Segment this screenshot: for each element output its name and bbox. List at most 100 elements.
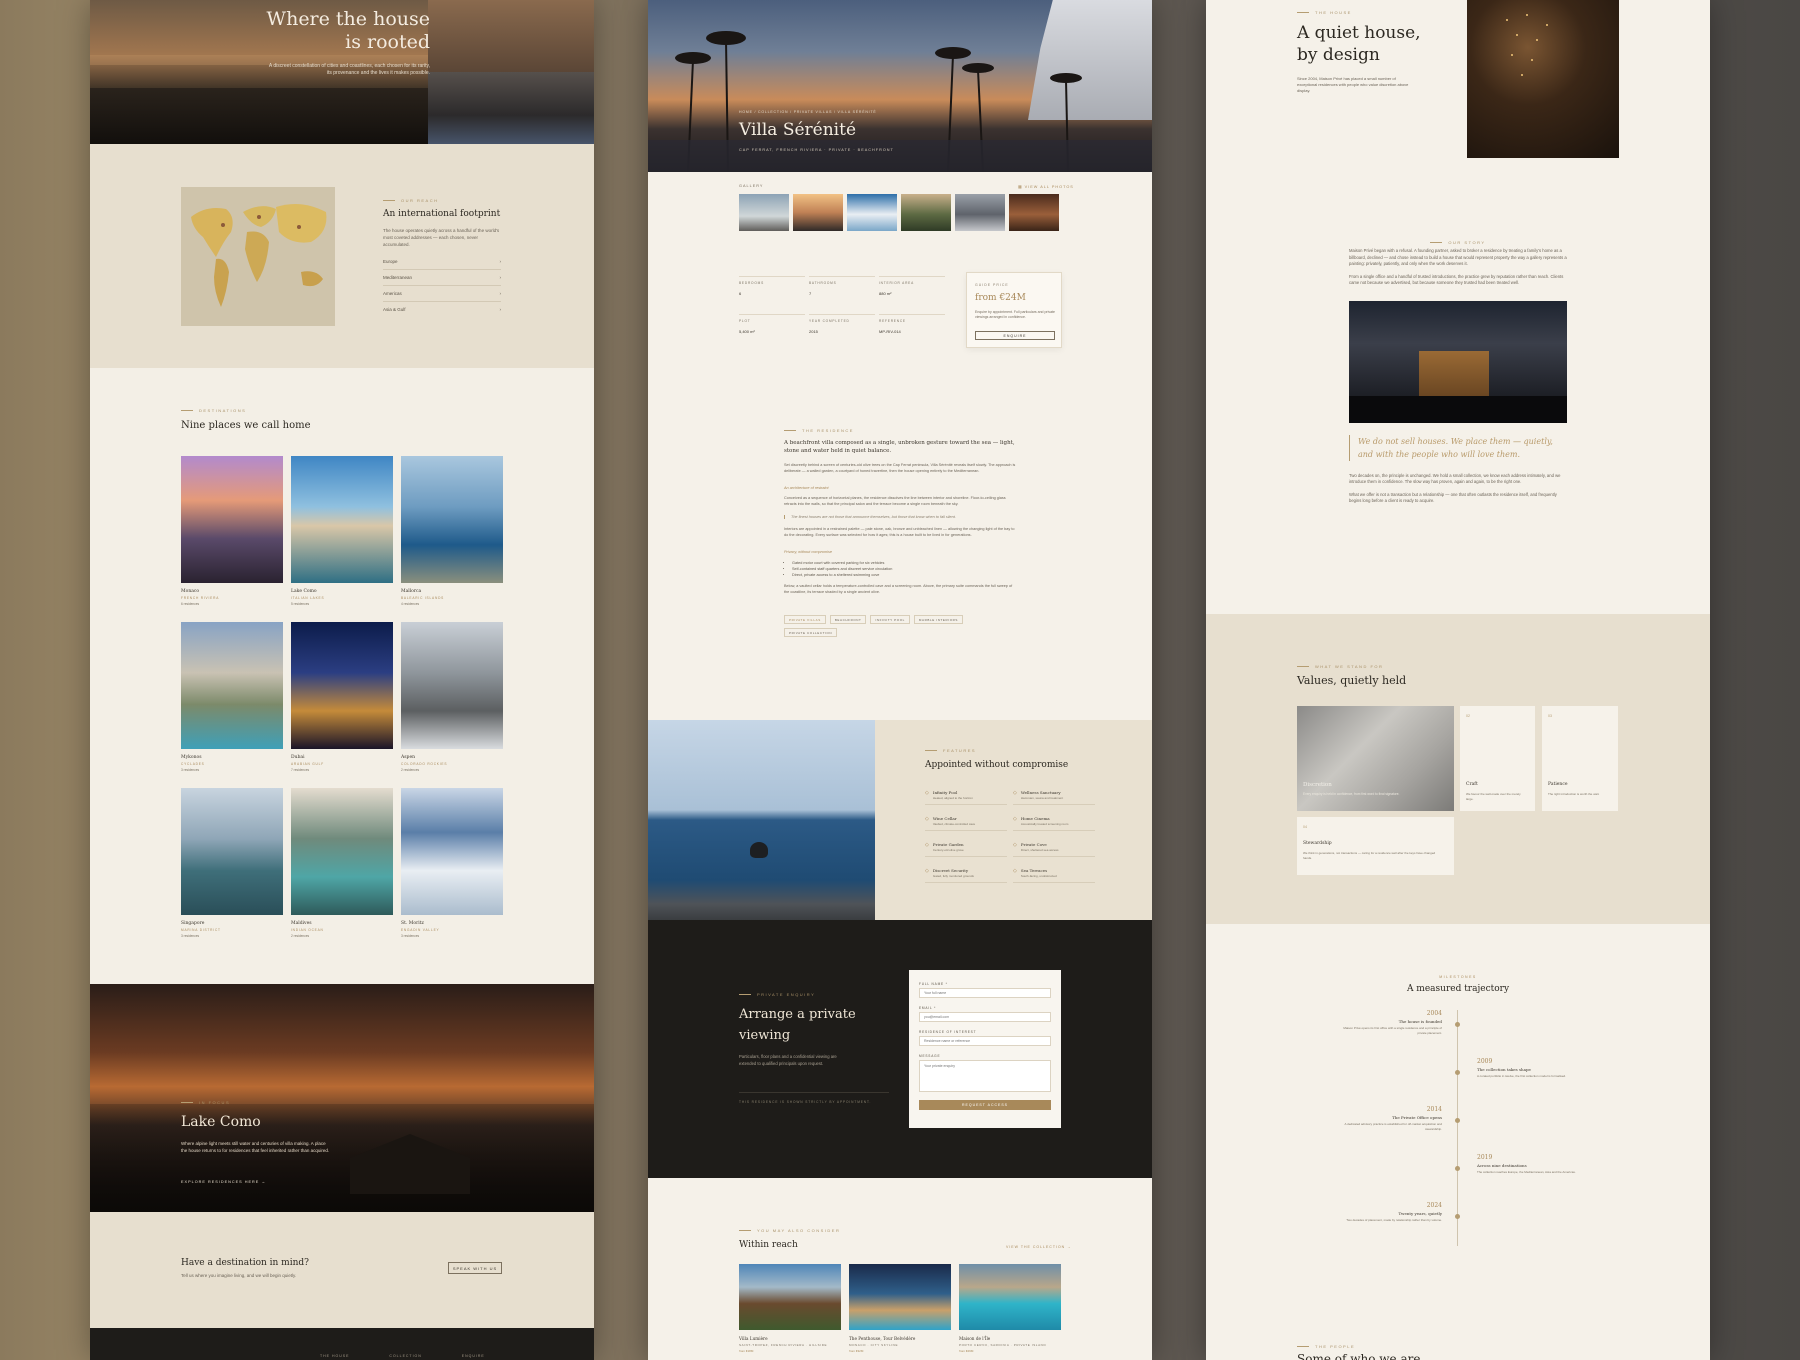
about-page: The house A quiet house, by design Since… bbox=[1206, 0, 1710, 1360]
tag[interactable]: Infinity pool bbox=[870, 615, 910, 624]
destination-card[interactable]: Aspen Colorado Rockies 2 residences bbox=[401, 622, 503, 772]
footer-link[interactable]: Collection bbox=[389, 1354, 421, 1358]
region-item[interactable]: Americas › bbox=[383, 286, 501, 302]
spec-item: Bathrooms 7 bbox=[809, 276, 875, 296]
spec-value: 6 bbox=[739, 291, 742, 296]
feature-item: ◇ Sea Terraces South-facing, unobstructed bbox=[1013, 868, 1095, 883]
message-field[interactable] bbox=[919, 1060, 1051, 1092]
destination-region: Indian Ocean bbox=[291, 928, 324, 932]
focus-description: Where alpine light meets still water and… bbox=[181, 1141, 330, 1153]
destination-card[interactable]: Lake Como Italian Lakes 5 residences bbox=[291, 456, 393, 606]
region-item[interactable]: Mediterranean › bbox=[383, 270, 501, 286]
destination-region: Engadin Valley bbox=[401, 928, 440, 932]
destination-region: Italian Lakes bbox=[291, 596, 325, 600]
region-item[interactable]: Asia & Gulf › bbox=[383, 302, 501, 317]
milestone-item: 2024 Twenty years, quietly Two decades of … bbox=[1337, 1202, 1442, 1223]
explore-link[interactable]: Explore residences here → bbox=[181, 1180, 266, 1184]
milestone-item: 2019 Across nine destinations The collecti… bbox=[1477, 1154, 1582, 1175]
destination-image bbox=[181, 456, 283, 583]
value-card: 02 Craft We favour the well-made over th… bbox=[1460, 706, 1535, 811]
tag[interactable]: Beachfront bbox=[829, 615, 867, 624]
residence-image bbox=[849, 1264, 951, 1330]
breadcrumb[interactable]: Home / Collection / Private Villas / Vil… bbox=[739, 110, 877, 114]
residence-card[interactable]: Villa Lumière Saint-Tropez, French Rivier… bbox=[739, 1264, 841, 1353]
destination-region: Cyclades bbox=[181, 762, 205, 766]
arrow-right-icon: → bbox=[1067, 1245, 1072, 1249]
interior-image bbox=[1467, 0, 1619, 158]
destination-count: 2 residences bbox=[401, 768, 420, 772]
speak-with-us-button[interactable]: Speak with us bbox=[448, 1262, 502, 1274]
story-paragraph: Maison Privé began with a refusal. A fou… bbox=[1349, 248, 1567, 266]
name-field[interactable] bbox=[919, 988, 1051, 998]
intro-description: Since 2004, Maison Privé has placed a sm… bbox=[1297, 76, 1409, 93]
destination-name: Aspen bbox=[401, 755, 416, 760]
gallery-thumb[interactable] bbox=[739, 194, 789, 231]
feature-name: Discreet Security bbox=[932, 868, 969, 873]
destination-card[interactable]: Maldives Indian Ocean 2 residences bbox=[291, 788, 393, 938]
residence-card[interactable]: The Penthouse, Tour Belvédère Monaco · Ci… bbox=[849, 1264, 951, 1353]
milestone-year: 2019 bbox=[1477, 1154, 1493, 1161]
residence-image bbox=[739, 1264, 841, 1330]
tag[interactable]: Marble interiors bbox=[913, 615, 964, 624]
enquire-button[interactable]: Enquire bbox=[975, 331, 1055, 340]
destination-name: Singapore bbox=[181, 921, 205, 926]
gallery-thumb[interactable] bbox=[901, 194, 951, 231]
viewing-description: Particulars, floor plans and a confident… bbox=[739, 1054, 837, 1066]
milestones-title: A measured trajectory bbox=[1406, 984, 1510, 994]
gallery-thumb[interactable] bbox=[793, 194, 843, 231]
destinations-eyebrow: Destinations bbox=[181, 408, 246, 413]
footer-link[interactable]: Enquire bbox=[462, 1354, 485, 1358]
destination-card[interactable]: Dubai Arabian Gulf 7 residences bbox=[291, 622, 393, 772]
reach-section: Our reach An international footprint The… bbox=[90, 144, 594, 368]
feature-item: ◇ Infinity Pool Heated, aligned to the hor… bbox=[925, 790, 1007, 805]
view-all-photos-link[interactable]: ▦ View all photos bbox=[1018, 184, 1074, 189]
residence-paragraph: Below, a vaulted cellar holds a temperat… bbox=[784, 584, 1013, 594]
gallery-thumb[interactable] bbox=[847, 194, 897, 231]
chevron-right-icon: › bbox=[499, 275, 502, 280]
infinity-pool-image bbox=[648, 720, 875, 920]
feature-name: Home Cinema bbox=[1020, 816, 1050, 821]
destination-card[interactable]: Singapore Marina District 3 residences bbox=[181, 788, 283, 938]
villa-subtitle: Cap Ferrat, French Riviera · Private · B… bbox=[739, 148, 894, 152]
feature-desc: Century-old olive grove bbox=[932, 848, 964, 852]
destination-count: 5 residences bbox=[291, 602, 310, 606]
request-access-button[interactable]: Request access bbox=[919, 1100, 1051, 1110]
feature-icon: ◇ bbox=[925, 816, 929, 822]
destination-card[interactable]: Mykonos Cyclades 3 residences bbox=[181, 622, 283, 772]
chevron-right-icon: › bbox=[499, 291, 502, 296]
spec-item: Year completed 2015 bbox=[809, 314, 875, 334]
destination-card[interactable]: Monaco French Riviera 6 residences bbox=[181, 456, 283, 606]
story-paragraph: What we offer is not a transaction but a… bbox=[1349, 491, 1557, 504]
residence-card[interactable]: Maison de l'Île Porto Cervo, Sardinia · P… bbox=[959, 1264, 1061, 1353]
footer-link[interactable]: The house bbox=[320, 1354, 349, 1358]
email-label: Email * bbox=[919, 1006, 937, 1010]
price-label: Guide price bbox=[975, 283, 1009, 287]
gallery-thumb[interactable] bbox=[1009, 194, 1059, 231]
tag[interactable]: Private villas bbox=[784, 615, 826, 624]
destination-card[interactable]: Mallorca Balearic Islands 4 residences bbox=[401, 456, 503, 606]
features-eyebrow: Features bbox=[925, 748, 976, 753]
residence-field[interactable] bbox=[919, 1036, 1051, 1046]
value-name: Stewardship bbox=[1303, 841, 1332, 846]
residence-name: Villa Lumière bbox=[739, 1336, 768, 1341]
feature-icon: ◇ bbox=[1013, 790, 1017, 796]
view-collection-link[interactable]: View the collection → bbox=[1006, 1245, 1072, 1249]
world-map-image bbox=[181, 187, 335, 326]
timeline-dot bbox=[1455, 1022, 1460, 1027]
name-label: Full name * bbox=[919, 982, 948, 986]
feature-name: Private Garden bbox=[932, 842, 964, 847]
feature-desc: Hammam, sauna and treatment bbox=[1020, 796, 1064, 800]
list-item: Direct, private access to a sheltered sw… bbox=[792, 572, 1016, 578]
destination-image bbox=[291, 456, 393, 583]
email-field[interactable] bbox=[919, 1012, 1051, 1022]
gallery-thumb[interactable] bbox=[955, 194, 1005, 231]
reach-description: The house operates quietly across a hand… bbox=[383, 228, 500, 247]
destination-card[interactable]: St. Moritz Engadin Valley 3 residences bbox=[401, 788, 503, 938]
destination-region: French Riviera bbox=[181, 596, 220, 600]
milestone-desc: Maison Privé opens its first office with… bbox=[1343, 1026, 1442, 1035]
region-item[interactable]: Europe › bbox=[383, 254, 501, 270]
destinations-grid: Monaco French Riviera 6 residences Lake Com… bbox=[181, 456, 504, 946]
feature-name: Sea Terraces bbox=[1020, 868, 1048, 873]
tag[interactable]: Private collection bbox=[784, 628, 838, 637]
milestone-name: The house is founded bbox=[1398, 1019, 1442, 1024]
